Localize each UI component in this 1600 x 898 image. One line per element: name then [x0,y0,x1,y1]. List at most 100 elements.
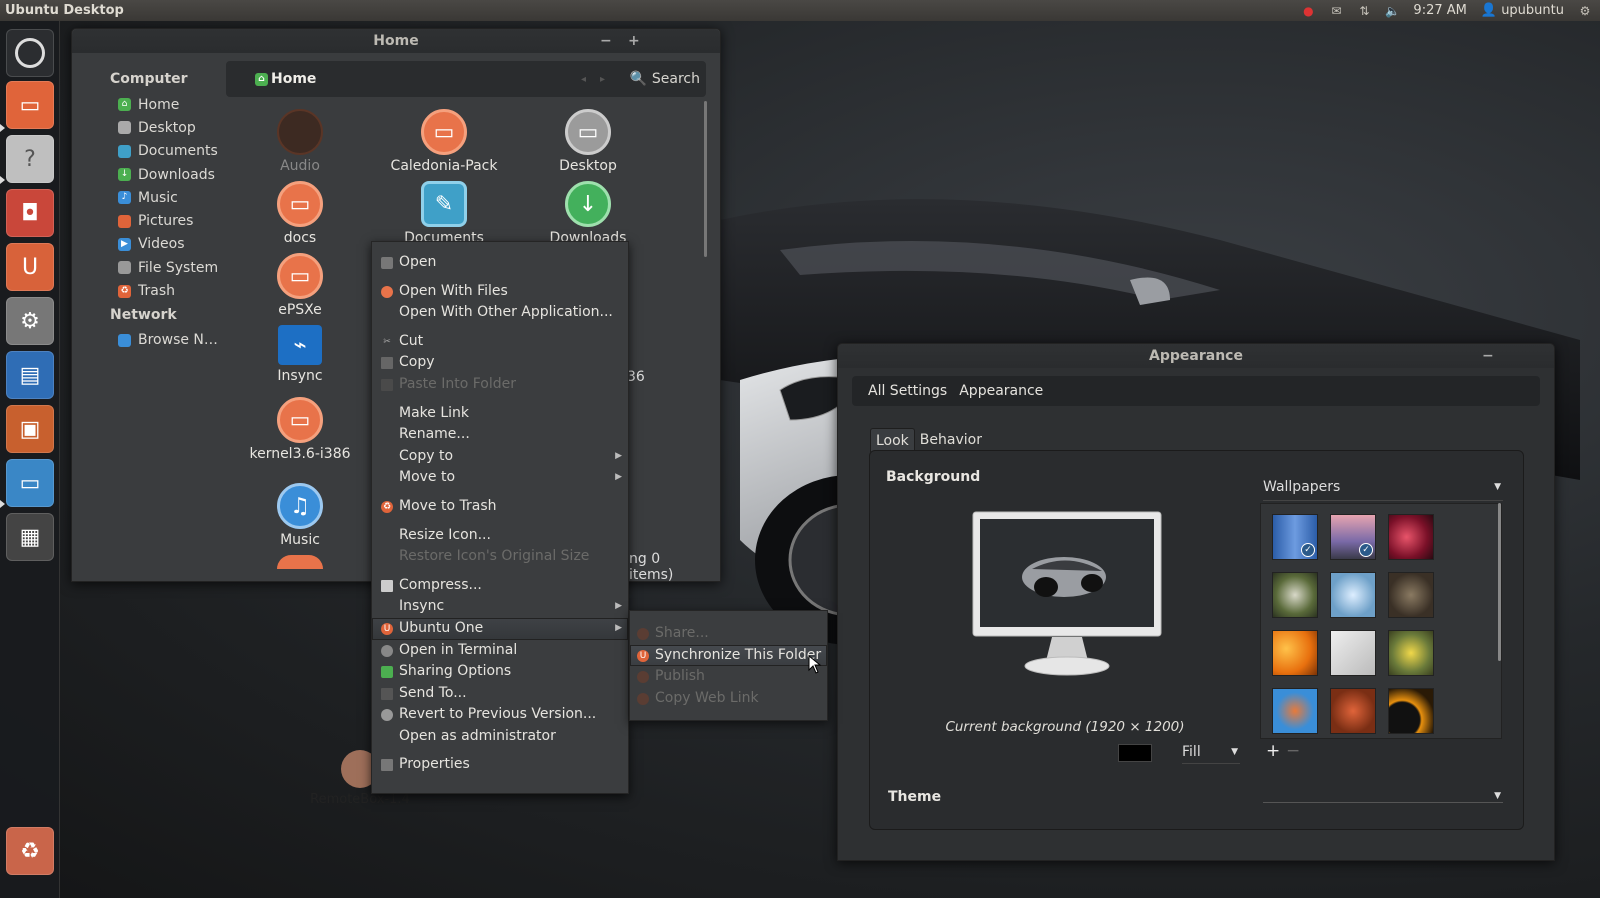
file-item-caledonia-pack[interactable]: ▭ Caledonia-Pack [384,109,504,174]
menu-item-open-as-admin[interactable]: Open as administrator [372,726,628,748]
menu-item-ubuntu-one[interactable]: U Ubuntu One ▶ [372,617,628,640]
menu-item-properties[interactable]: Properties [372,754,628,776]
appearance-titlebar[interactable]: Appearance − [838,344,1554,368]
wallpaper-thumb[interactable]: ✓ [1330,514,1376,560]
gear-icon[interactable]: ⚙ [1578,4,1592,18]
maximize-button[interactable]: + [628,29,640,53]
menu-item-cut[interactable]: ✂ Cut [372,331,628,353]
impress-button[interactable]: ▣ [6,405,54,453]
color-picker-button[interactable] [1118,744,1152,762]
wallpaper-scrollbar[interactable] [1498,503,1501,661]
wallpaper-thumb[interactable] [1272,630,1318,676]
sidebar-item-home[interactable]: ⌂ Home [72,93,222,116]
sidebar-item-downloads[interactable]: ↓ Downloads [72,163,222,186]
tab-behavior[interactable]: Behavior [915,428,987,452]
file-item-kernel[interactable]: ▭ kernel3.6-i386 [240,397,360,462]
writer-button[interactable]: ▤ [6,351,54,399]
wallpaper-thumb[interactable] [1330,572,1376,618]
menu-item-move-to[interactable]: Move to ▶ [372,467,628,489]
theme-select[interactable]: ▼ [1263,781,1503,803]
wallpaper-thumb[interactable]: ✓ [1272,514,1318,560]
menu-item-revert-version[interactable]: Revert to Previous Version... [372,704,628,726]
sidebar-item-trash[interactable]: ♻ Trash [72,279,222,302]
wallpaper-thumb[interactable] [1272,688,1318,734]
user-menu[interactable]: 👤 upubuntu [1481,3,1564,18]
workspace-icon: ▦ [19,524,41,550]
sidebar-item-pictures[interactable]: Pictures [72,209,222,232]
menu-item-send-to[interactable]: Send To... [372,683,628,705]
file-item-music[interactable]: ♫ Music [240,483,360,548]
sidebar-item-videos[interactable]: ▶ Videos [72,233,222,256]
menu-item-rename[interactable]: Rename... [372,424,628,446]
file-item-partial[interactable] [240,555,360,572]
vertical-scrollbar[interactable] [704,101,707,257]
menu-label: Paste Into Folder [399,375,517,392]
ubuntu-one-icon [637,628,649,640]
tab-look[interactable]: Look [870,428,915,452]
file-item-desktop[interactable]: ▭ Desktop [528,109,648,174]
volume-icon[interactable]: 🔈 [1385,4,1400,18]
menu-item-make-link[interactable]: Make Link [372,403,628,425]
files-launcher-button[interactable]: ▭ [6,81,54,129]
file-item-docs[interactable]: ▭ docs [240,181,360,246]
breadcrumb-appearance[interactable]: Appearance [959,383,1043,399]
minimize-button[interactable]: − [1482,344,1494,368]
remote-desktop-button[interactable]: ▭ [6,459,54,507]
mic-icon[interactable]: ● [1301,4,1315,18]
ubuntu-one-button[interactable]: U [6,243,54,291]
sidebar-item-desktop[interactable]: Desktop [72,116,222,139]
dash-home-button[interactable] [6,29,54,77]
sidebar-item-file-system[interactable]: File System [72,256,222,279]
wallpapers-select[interactable]: Wallpapers ▼ [1263,473,1503,501]
minimize-button[interactable]: − [600,29,612,53]
wallpaper-thumb[interactable] [1388,572,1434,618]
mail-icon[interactable]: ✉ [1329,4,1343,18]
menu-item-resize-icon[interactable]: Resize Icon... [372,525,628,547]
menu-item-move-to-trash[interactable]: ♻ Move to Trash [372,496,628,518]
menu-item-open-with-files[interactable]: Open With Files [372,281,628,303]
submenu-item-synchronize[interactable]: U Synchronize This Folder [630,644,827,667]
all-settings-button[interactable]: All Settings [868,383,947,399]
wallpaper-thumb[interactable] [1388,514,1434,560]
nav-arrows[interactable]: ◂▸ [581,74,619,85]
menu-item-compress[interactable]: Compress... [372,575,628,597]
files-titlebar[interactable]: Home − + [72,29,720,53]
network-icon[interactable]: ⇅ [1357,4,1371,18]
network-heading: Network [110,306,177,323]
wallpaper-thumb[interactable] [1330,630,1376,676]
breadcrumb-home[interactable]: ⌂ Home [255,71,316,87]
search-button[interactable]: 🔍 Search [629,71,700,87]
wallpaper-thumb[interactable] [1272,572,1318,618]
submenu-item-copy-web-link: Copy Web Link [630,688,827,710]
menu-label: Copy Web Link [655,689,759,706]
wallpaper-thumb[interactable] [1330,688,1376,734]
file-item-documents[interactable]: ✎ Documents [384,181,504,246]
menu-item-sharing-options[interactable]: Sharing Options [372,661,628,683]
file-item-epsxe[interactable]: ▭ ePSXe [240,253,360,318]
file-item-audio[interactable]: Audio [240,109,360,174]
wallpaper-thumb[interactable] [1388,630,1434,676]
fill-mode-select[interactable]: Fill ▼ [1182,744,1240,764]
sidebar-item-music[interactable]: ♪ Music [72,186,222,209]
menu-item-open[interactable]: Open [372,252,628,274]
system-settings-button[interactable]: ⚙ [6,297,54,345]
software-center-button[interactable]: ◘ [6,189,54,237]
add-wallpaper-button[interactable]: + [1266,741,1280,761]
file-label: ePSXe [278,302,322,318]
sidebar-item-browse-network[interactable]: Browse N… [72,329,222,352]
menu-label: Open With Files [399,282,508,299]
clock[interactable]: 9:27 AM [1413,3,1466,18]
file-item-downloads[interactable]: ↓ Downloads [528,181,648,246]
menu-item-open-in-terminal[interactable]: Open in Terminal [372,640,628,662]
trash-launcher-button[interactable]: ♻ [6,827,54,875]
menu-item-open-with-other[interactable]: Open With Other Application... [372,302,628,324]
workspace-switcher-button[interactable]: ▦ [6,513,54,561]
wallpaper-thumb[interactable] [1388,688,1434,734]
menu-item-copy[interactable]: Copy [372,352,628,374]
help-launcher-button[interactable]: ? [6,135,54,183]
menu-item-insync[interactable]: Insync ▶ [372,596,628,618]
menu-label: Rename... [399,426,470,443]
menu-item-copy-to[interactable]: Copy to ▶ [372,446,628,468]
file-item-insync[interactable]: ⌁ Insync [240,325,360,384]
sidebar-item-documents[interactable]: Documents [72,140,222,163]
